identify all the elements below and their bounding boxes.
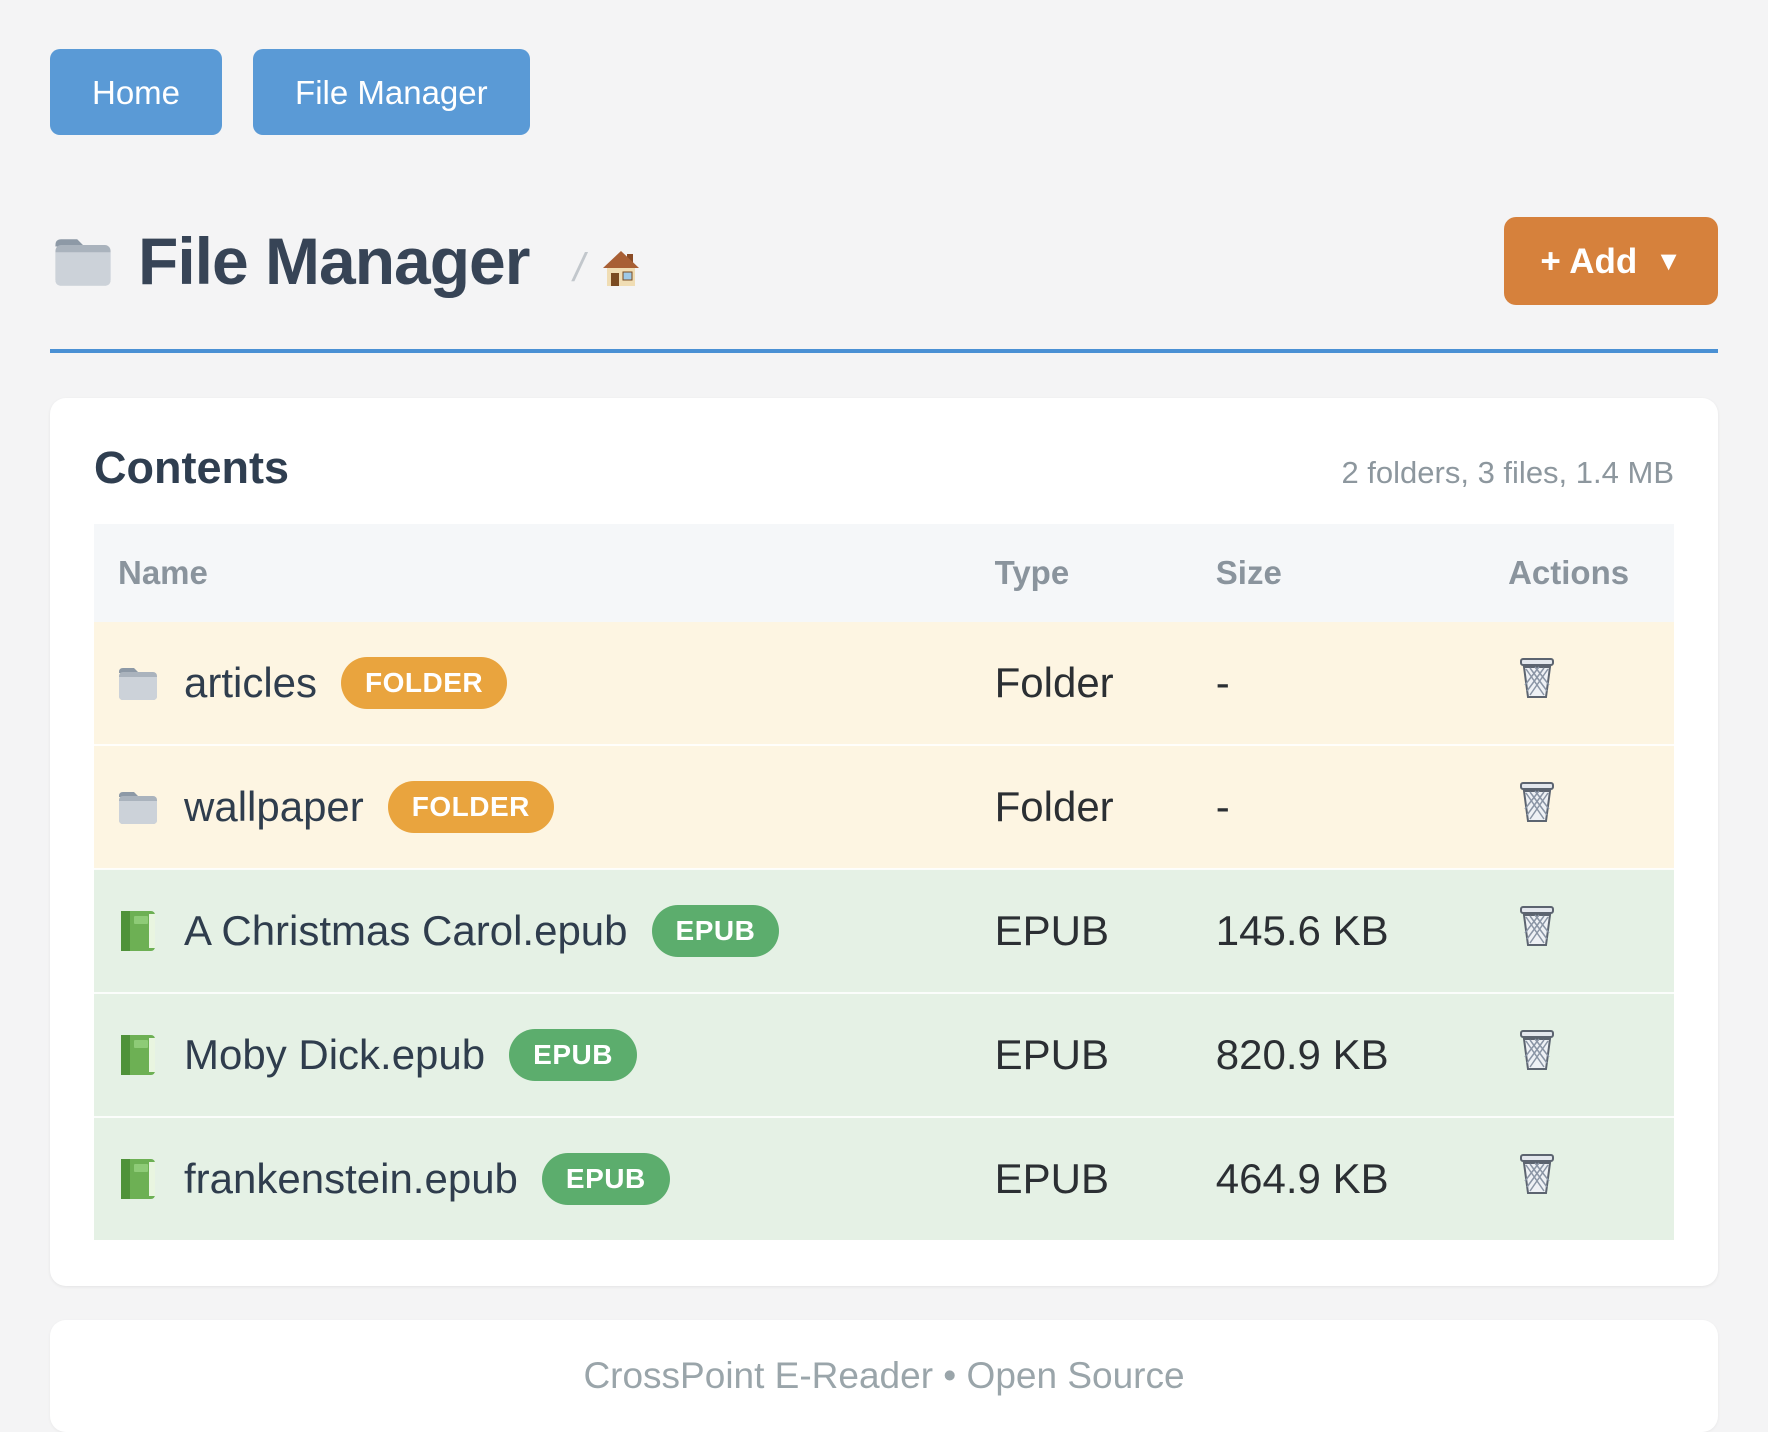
title-divider xyxy=(50,349,1718,353)
item-name[interactable]: A Christmas Carol.epub xyxy=(184,907,628,955)
contents-title: Contents xyxy=(94,442,289,494)
green-book-icon xyxy=(116,1033,160,1077)
delete-button[interactable] xyxy=(1508,781,1556,823)
breadcrumb: / xyxy=(573,246,640,291)
item-name[interactable]: wallpaper xyxy=(184,783,364,831)
green-book-icon xyxy=(116,909,160,953)
item-type: EPUB xyxy=(995,993,1216,1117)
column-header-type: Type xyxy=(995,524,1216,622)
file-manager-page: Home File Manager File Manager / + Add ▼… xyxy=(0,0,1768,1432)
item-type: EPUB xyxy=(995,1117,1216,1240)
type-badge: FOLDER xyxy=(388,781,554,833)
add-button-label: + Add xyxy=(1540,244,1637,279)
item-type: EPUB xyxy=(995,869,1216,993)
contents-summary: 2 folders, 3 files, 1.4 MB xyxy=(1341,455,1674,491)
file-manager-button[interactable]: File Manager xyxy=(253,49,530,135)
item-type: Folder xyxy=(995,745,1216,869)
home-button[interactable]: Home xyxy=(50,49,222,135)
wastebasket-icon xyxy=(1518,657,1556,699)
add-button[interactable]: + Add ▼ xyxy=(1504,217,1718,305)
files-table: Name Type Size Actions articles FOLDER F… xyxy=(94,524,1674,1240)
caret-down-icon: ▼ xyxy=(1655,248,1682,275)
column-header-size: Size xyxy=(1216,524,1508,622)
type-badge: EPUB xyxy=(652,905,780,957)
delete-button[interactable] xyxy=(1508,905,1556,947)
title-wrap: File Manager / xyxy=(50,223,641,299)
item-size: - xyxy=(1216,622,1508,745)
wastebasket-icon xyxy=(1518,905,1556,947)
item-size: - xyxy=(1216,745,1508,869)
wastebasket-icon xyxy=(1518,1029,1556,1071)
green-book-icon xyxy=(116,1157,160,1201)
table-row[interactable]: wallpaper FOLDER Folder - xyxy=(94,745,1674,869)
delete-button[interactable] xyxy=(1508,1153,1556,1195)
contents-card-header: Contents 2 folders, 3 files, 1.4 MB xyxy=(94,442,1674,494)
top-nav: Home File Manager xyxy=(50,49,1718,135)
page-header: File Manager / + Add ▼ xyxy=(50,217,1718,305)
table-header-row: Name Type Size Actions xyxy=(94,524,1674,622)
item-name[interactable]: frankenstein.epub xyxy=(184,1155,518,1203)
column-header-name: Name xyxy=(94,524,995,622)
item-size: 464.9 KB xyxy=(1216,1117,1508,1240)
column-header-actions: Actions xyxy=(1508,524,1674,622)
item-size: 145.6 KB xyxy=(1216,869,1508,993)
folder-icon xyxy=(116,785,160,829)
table-row[interactable]: frankenstein.epub EPUB EPUB 464.9 KB xyxy=(94,1117,1674,1240)
footer: CrossPoint E-Reader • Open Source xyxy=(50,1320,1718,1432)
type-badge: EPUB xyxy=(509,1029,637,1081)
item-name[interactable]: Moby Dick.epub xyxy=(184,1031,485,1079)
house-icon[interactable] xyxy=(601,248,641,288)
type-badge: FOLDER xyxy=(341,657,507,709)
page-title: File Manager xyxy=(138,223,529,299)
type-badge: EPUB xyxy=(542,1153,670,1205)
delete-button[interactable] xyxy=(1508,657,1556,699)
wastebasket-icon xyxy=(1518,1153,1556,1195)
delete-button[interactable] xyxy=(1508,1029,1556,1071)
breadcrumb-separator: / xyxy=(573,246,584,291)
table-row[interactable]: articles FOLDER Folder - xyxy=(94,622,1674,745)
footer-text: CrossPoint E-Reader • Open Source xyxy=(583,1355,1184,1397)
item-size: 820.9 KB xyxy=(1216,993,1508,1117)
item-name[interactable]: articles xyxy=(184,659,317,707)
contents-card: Contents 2 folders, 3 files, 1.4 MB Name… xyxy=(50,398,1718,1286)
table-row[interactable]: Moby Dick.epub EPUB EPUB 820.9 KB xyxy=(94,993,1674,1117)
folder-icon xyxy=(50,232,116,290)
wastebasket-icon xyxy=(1518,781,1556,823)
table-row[interactable]: A Christmas Carol.epub EPUB EPUB 145.6 K… xyxy=(94,869,1674,993)
item-type: Folder xyxy=(995,622,1216,745)
folder-icon xyxy=(116,661,160,705)
